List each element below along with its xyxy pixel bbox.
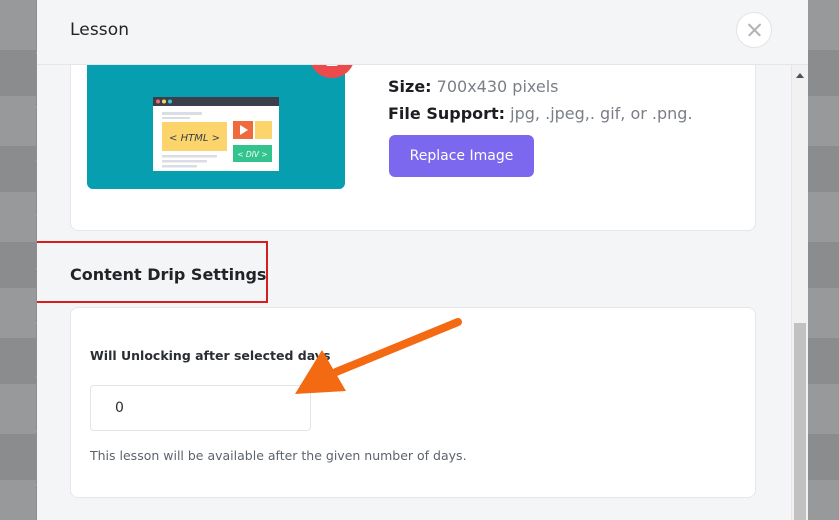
backdrop-right-strip — [808, 0, 839, 520]
modal-header: Lesson — [37, 0, 808, 65]
html-illustration: < HTML > < DIV > — [153, 97, 279, 171]
file-support-value: jpg, .jpeg,. gif, or .png. — [510, 104, 693, 123]
scroll-up-arrow-icon[interactable] — [796, 73, 804, 78]
scroll-thumb[interactable] — [794, 323, 806, 520]
replace-image-button[interactable]: Replace Image — [389, 135, 534, 177]
content-drip-title: Content Drip Settings — [70, 265, 267, 284]
thumb-div-text: < DIV > — [237, 150, 267, 159]
size-row: Size: 700x430 pixels — [388, 73, 693, 100]
close-icon[interactable] — [736, 12, 772, 48]
image-requirements: Size: 700x430 pixels File Support: jpg, … — [388, 73, 693, 127]
unlock-days-label: Will Unlocking after selected days — [90, 348, 331, 363]
file-support-label: File Support: — [388, 104, 506, 123]
unlock-days-help: This lesson will be available after the … — [90, 448, 467, 463]
image-thumbnail: < HTML > < DIV > — [87, 46, 345, 189]
modal-title: Lesson — [70, 20, 130, 40]
modal-body: < HTML > < DIV > Size: 700x430 pixels Fi… — [37, 32, 791, 520]
modal-scrollbar[interactable] — [791, 65, 808, 520]
lesson-modal: Lesson < HTML > < DIV > Size: 700x430 pi… — [37, 0, 808, 520]
size-value: 700x430 pixels — [436, 77, 559, 96]
content-drip-card: Will Unlocking after selected days This … — [70, 307, 756, 498]
thumb-html-text: < HTML > — [169, 133, 220, 144]
file-support-row: File Support: jpg, .jpeg,. gif, or .png. — [388, 100, 693, 127]
size-label: Size: — [388, 77, 432, 96]
backdrop-left-strip — [0, 0, 36, 520]
featured-image-card: < HTML > < DIV > Size: 700x430 pixels Fi… — [70, 32, 756, 231]
unlock-days-input[interactable] — [90, 385, 311, 431]
